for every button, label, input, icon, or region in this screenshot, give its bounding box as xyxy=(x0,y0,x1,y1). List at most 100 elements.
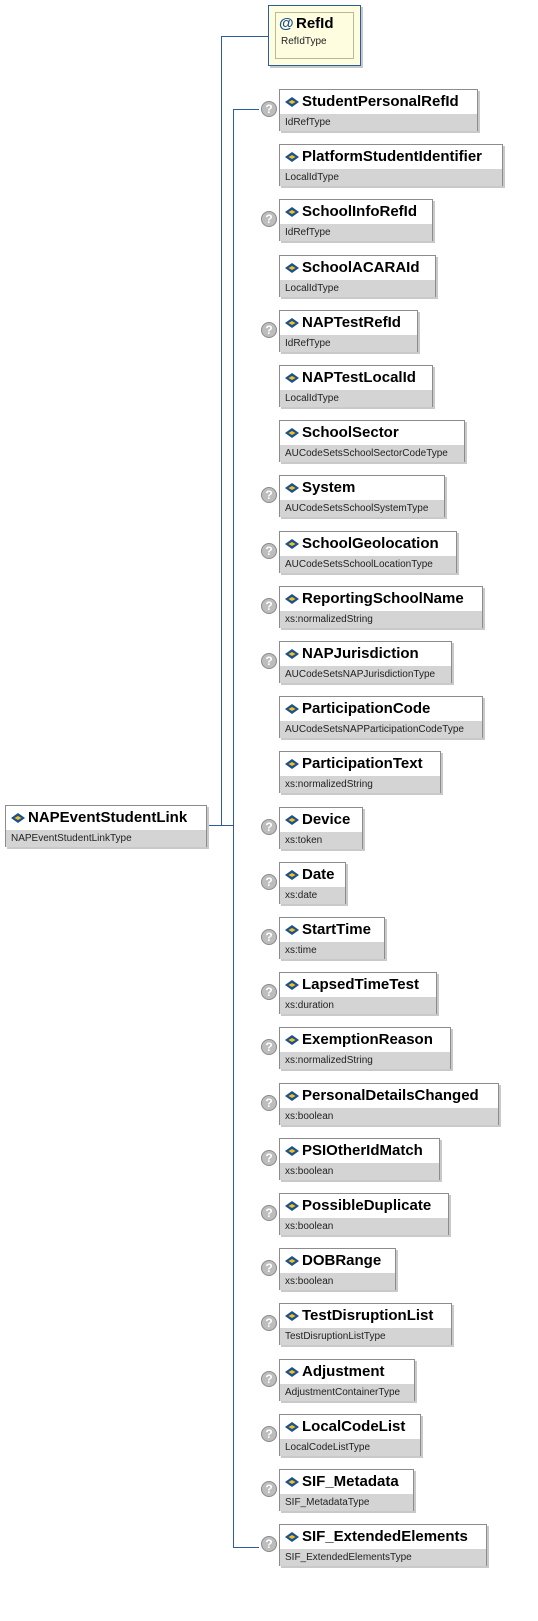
element-reportingschoolname[interactable]: ReportingSchoolName xs:normalizedString xyxy=(279,586,483,628)
element-sif-metadata[interactable]: SIF_Metadata SIF_MetadataType xyxy=(279,1469,414,1511)
element-icon xyxy=(285,1311,299,1321)
element-schoolsector[interactable]: SchoolSector AUCodeSetsSchoolSectorCodeTy… xyxy=(279,420,465,462)
element-icon xyxy=(285,318,299,328)
element-icon xyxy=(285,980,299,990)
element-system[interactable]: System AUCodeSetsSchoolSystemType xyxy=(279,475,445,517)
element-type: xs:boolean xyxy=(280,1218,448,1235)
element-psiotheridmatch[interactable]: PSIOtherIdMatch xs:boolean xyxy=(279,1138,440,1180)
element-name: SchoolSector xyxy=(302,424,399,441)
optional-marker-icon: ? xyxy=(261,1150,277,1166)
element-name: Date xyxy=(302,866,335,883)
element-type: xs:boolean xyxy=(280,1108,498,1125)
element-name: StartTime xyxy=(302,921,371,938)
element-name: SchoolGeolocation xyxy=(302,535,439,552)
element-type: LocalIdType xyxy=(280,169,502,186)
element-localcodelist[interactable]: LocalCodeList LocalCodeListType xyxy=(279,1414,421,1456)
element-exemptionreason[interactable]: ExemptionReason xs:normalizedString xyxy=(279,1027,451,1069)
element-name: SIF_ExtendedElements xyxy=(302,1528,468,1545)
optional-marker-icon: ? xyxy=(261,598,277,614)
optional-marker-icon: ? xyxy=(261,1371,277,1387)
root-element-name: NAPEventStudentLink xyxy=(28,809,188,826)
element-name: DOBRange xyxy=(302,1252,382,1269)
element-name: ReportingSchoolName xyxy=(302,590,464,607)
element-icon xyxy=(285,152,299,162)
element-personaldetailschanged[interactable]: PersonalDetailsChanged xs:boolean xyxy=(279,1083,499,1125)
element-adjustment[interactable]: Adjustment AdjustmentContainerType xyxy=(279,1359,415,1401)
element-icon xyxy=(285,925,299,935)
element-name: System xyxy=(302,479,356,496)
element-type: AUCodeSetsNAPJurisdictionType xyxy=(280,666,451,683)
optional-marker-icon: ? xyxy=(261,1481,277,1497)
attribute-inner-frame: @ RefId RefIdType xyxy=(275,12,354,59)
attribute-name: RefId xyxy=(296,15,334,32)
element-type: SIF_MetadataType xyxy=(280,1494,413,1511)
element-icon xyxy=(285,1091,299,1101)
optional-marker-icon: ? xyxy=(261,1536,277,1552)
element-device[interactable]: Device xs:token xyxy=(279,807,363,849)
element-type: xs:normalizedString xyxy=(280,776,440,793)
attribute-refid[interactable]: @ RefId RefIdType xyxy=(268,5,361,66)
element-lapsedtimetest[interactable]: LapsedTimeTest xs:duration xyxy=(279,972,437,1014)
element-icon xyxy=(285,483,299,493)
element-napjurisdiction[interactable]: NAPJurisdiction AUCodeSetsNAPJurisdiction… xyxy=(279,641,452,683)
element-dobrange[interactable]: DOBRange xs:boolean xyxy=(279,1248,396,1290)
element-name: NAPJurisdiction xyxy=(302,645,419,662)
element-name: TestDisruptionList xyxy=(302,1307,434,1324)
element-name: SchoolInfoRefId xyxy=(302,203,417,220)
element-name: SIF_Metadata xyxy=(302,1473,399,1490)
element-participationtext[interactable]: ParticipationText xs:normalizedString xyxy=(279,751,441,793)
element-type: TestDisruptionListType xyxy=(280,1328,451,1345)
element-date[interactable]: Date xs:date xyxy=(279,862,346,904)
optional-marker-icon: ? xyxy=(261,874,277,890)
element-icon xyxy=(285,815,299,825)
element-icon xyxy=(285,428,299,438)
element-type: IdRefType xyxy=(280,224,432,241)
element-naptestlocalid[interactable]: NAPTestLocalId LocalIdType xyxy=(279,365,433,407)
element-icon xyxy=(285,1201,299,1211)
element-type: xs:token xyxy=(280,832,362,849)
element-type: AUCodeSetsSchoolSystemType xyxy=(280,500,444,517)
element-possibleduplicate[interactable]: PossibleDuplicate xs:boolean xyxy=(279,1193,449,1235)
element-testdisruptionlist[interactable]: TestDisruptionList TestDisruptionListType xyxy=(279,1303,452,1345)
element-icon xyxy=(285,207,299,217)
element-naptestrefid[interactable]: NAPTestRefId IdRefType xyxy=(279,310,418,352)
element-name: PersonalDetailsChanged xyxy=(302,1087,479,1104)
optional-marker-icon: ? xyxy=(261,1426,277,1442)
optional-marker-icon: ? xyxy=(261,543,277,559)
element-sif-extendedelements[interactable]: SIF_ExtendedElements SIF_ExtendedElements… xyxy=(279,1524,487,1566)
element-participationcode[interactable]: ParticipationCode AUCodeSetsNAPParticipat… xyxy=(279,696,483,738)
optional-marker-icon: ? xyxy=(261,984,277,1000)
element-name: ExemptionReason xyxy=(302,1031,433,1048)
element-type: IdRefType xyxy=(280,335,417,352)
element-name: LocalCodeList xyxy=(302,1418,406,1435)
element-type: AUCodeSetsSchoolSectorCodeType xyxy=(280,445,464,462)
element-platformstudentidentifier[interactable]: PlatformStudentIdentifier LocalIdType xyxy=(279,144,503,186)
connector-sequence-bottom xyxy=(233,1547,259,1548)
element-icon xyxy=(285,759,299,769)
element-icon xyxy=(285,263,299,273)
optional-marker-icon: ? xyxy=(261,322,277,338)
element-name: NAPTestLocalId xyxy=(302,369,416,386)
element-starttime[interactable]: StartTime xs:time xyxy=(279,917,385,959)
element-schoolinforefid[interactable]: SchoolInfoRefId IdRefType xyxy=(279,199,433,241)
optional-marker-icon: ? xyxy=(261,211,277,227)
optional-marker-icon: ? xyxy=(261,1205,277,1221)
element-name: PSIOtherIdMatch xyxy=(302,1142,423,1159)
optional-marker-icon: ? xyxy=(261,487,277,503)
optional-marker-icon: ? xyxy=(261,101,277,117)
element-icon xyxy=(285,649,299,659)
element-schoolgeolocation[interactable]: SchoolGeolocation AUCodeSetsSchoolLocatio… xyxy=(279,531,457,573)
element-icon xyxy=(285,539,299,549)
element-icon xyxy=(285,97,299,107)
element-type: xs:boolean xyxy=(280,1163,439,1180)
element-type: SIF_ExtendedElementsType xyxy=(280,1549,486,1566)
element-name: PossibleDuplicate xyxy=(302,1197,432,1214)
element-name: ParticipationText xyxy=(302,755,423,772)
element-studentpersonalrefid[interactable]: StudentPersonalRefId IdRefType xyxy=(279,89,478,131)
root-element[interactable]: NAPEventStudentLink NAPEventStudentLinkT… xyxy=(5,805,207,847)
element-icon xyxy=(285,373,299,383)
optional-marker-icon: ? xyxy=(261,1315,277,1331)
optional-marker-icon: ? xyxy=(261,1095,277,1111)
element-schoolacaraid[interactable]: SchoolACARAId LocalIdType xyxy=(279,255,436,297)
element-type: AUCodeSetsNAPParticipationCodeType xyxy=(280,721,482,738)
